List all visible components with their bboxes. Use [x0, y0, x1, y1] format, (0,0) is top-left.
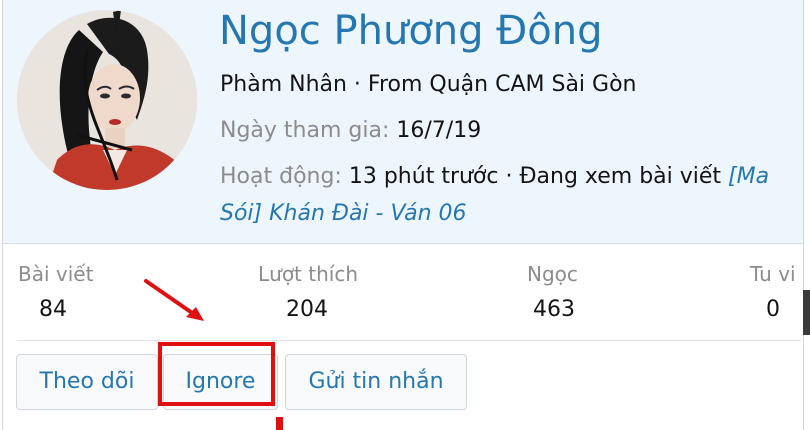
highlight-marker [276, 417, 283, 430]
profile-name[interactable]: Ngọc Phương Đông [219, 8, 602, 54]
follow-button[interactable]: Theo dõi [16, 354, 158, 410]
activity-row: Hoạt động: 13 phút trước · Đang xem bài … [220, 164, 769, 189]
joined-label: Ngày tham gia: [220, 118, 390, 143]
joined-row: Ngày tham gia: 16/7/19 [220, 118, 481, 143]
stat-label-gems: Ngọc [527, 262, 578, 286]
scrollbar-thumb[interactable] [803, 290, 810, 335]
profile-header: Ngọc Phương Đông Phàm Nhân · From Quận C… [3, 0, 803, 244]
stat-label-likes: Lượt thích [258, 262, 358, 286]
activity-value: 13 phút trước · Đang xem bài viết [348, 164, 722, 189]
joined-value: 16/7/19 [396, 118, 482, 143]
profile-subtitle: Phàm Nhân · From Quận CAM Sài Gòn [220, 72, 637, 97]
stat-value-posts[interactable]: 84 [39, 297, 67, 322]
stat-label-cultivation: Tu vi [750, 262, 796, 286]
ignore-button[interactable]: Ignore [163, 354, 278, 410]
stat-value-cultivation[interactable]: 0 [766, 297, 780, 322]
stat-value-likes[interactable]: 204 [286, 297, 328, 322]
red-arrow-icon [144, 279, 204, 321]
stat-value-gems[interactable]: 463 [533, 297, 575, 322]
send-message-button[interactable]: Gửi tin nhắn [285, 354, 467, 410]
activity-label: Hoạt động: [220, 164, 342, 189]
member-tooltip-card: Ngọc Phương Đông Phàm Nhân · From Quận C… [2, 0, 804, 430]
stat-label-posts: Bài viết [18, 262, 94, 286]
avatar-portrait-image [17, 10, 197, 190]
stats-divider [17, 340, 801, 341]
activity-thread-link[interactable]: Sói] Khán Đài - Ván 06 [220, 201, 467, 226]
activity-thread-link-start[interactable]: [Ma [728, 164, 769, 189]
avatar[interactable] [17, 10, 197, 190]
